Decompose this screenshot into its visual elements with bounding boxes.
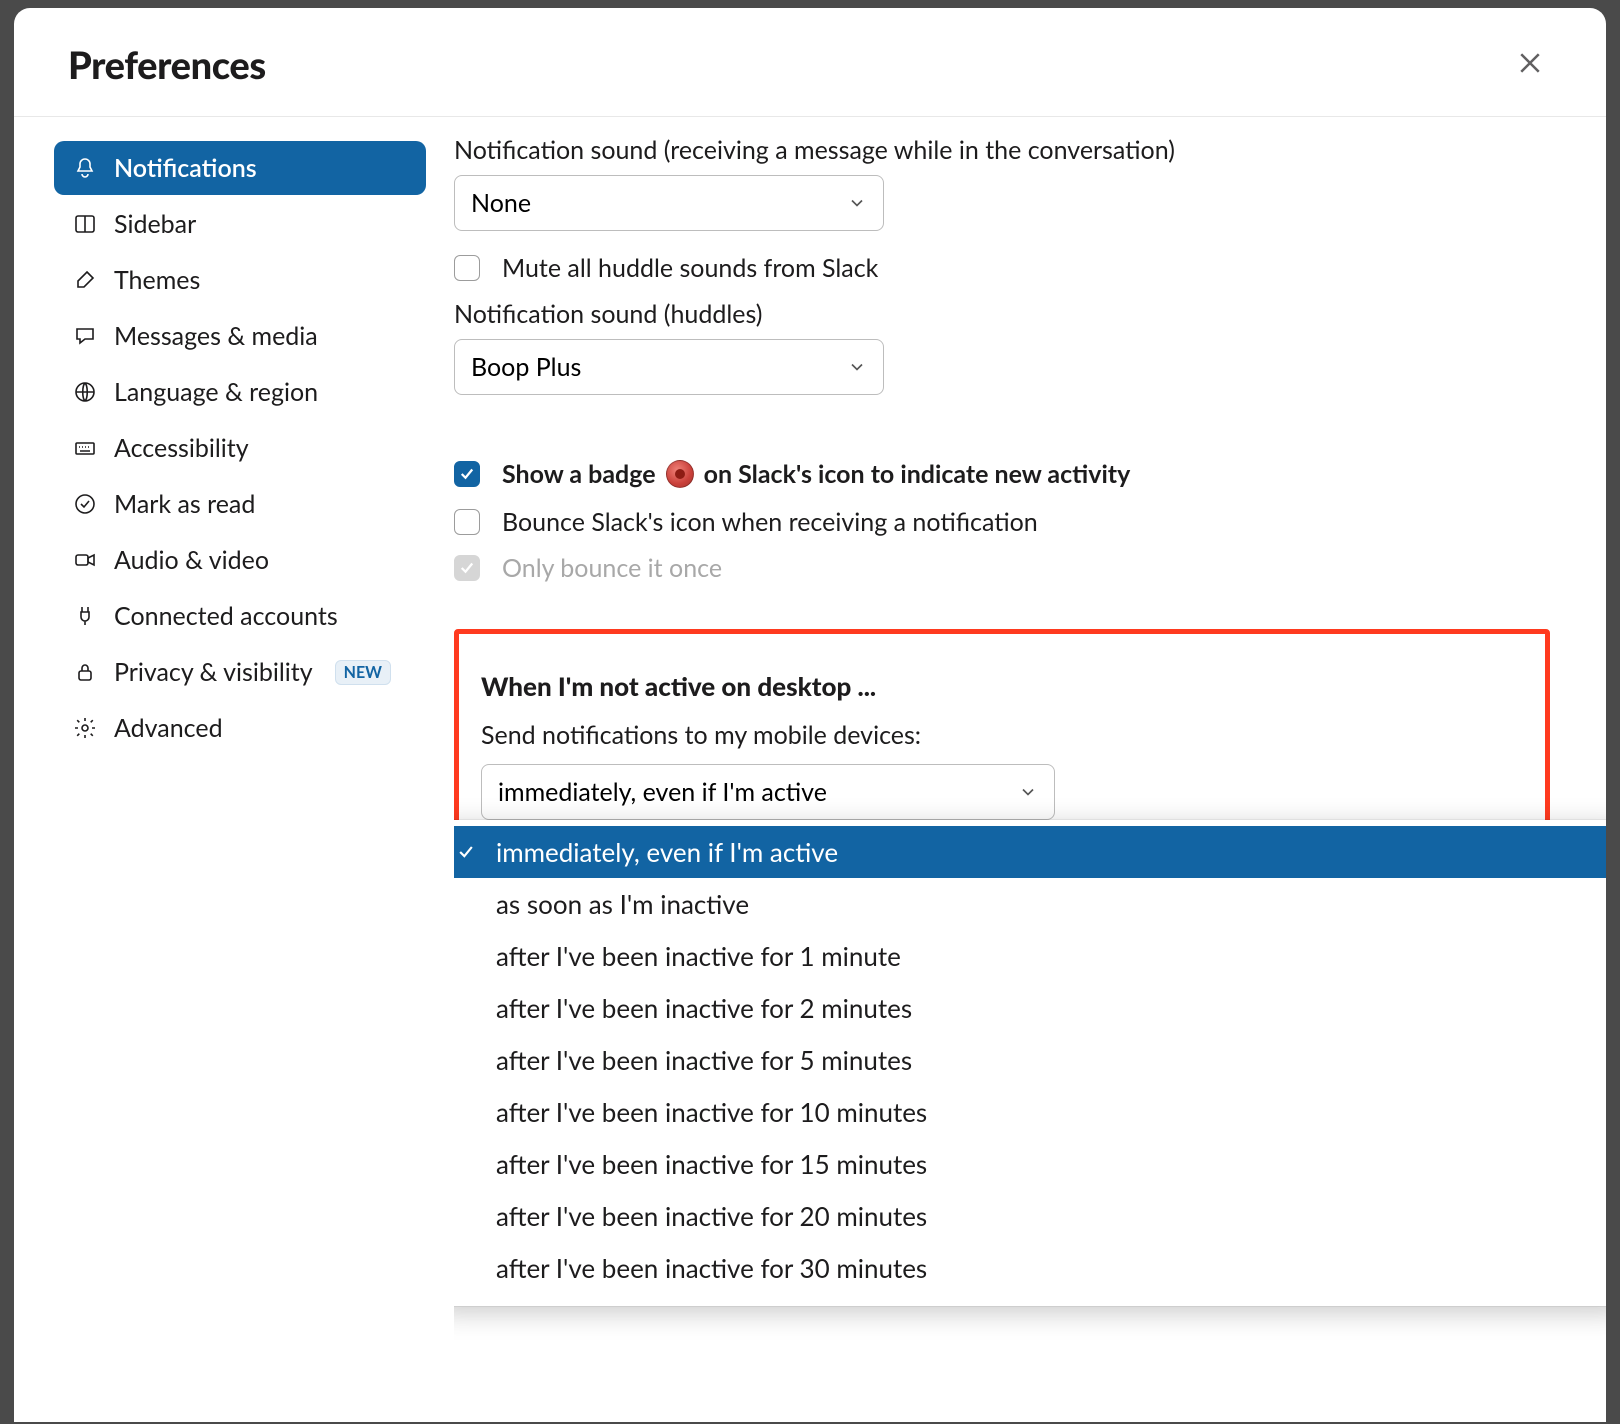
option-label: as soon as I'm inactive xyxy=(496,888,749,920)
show-badge-checkbox[interactable] xyxy=(454,461,480,487)
badge-dot-icon xyxy=(666,460,694,488)
bounce-once-label: Only bounce it once xyxy=(502,553,722,583)
select-value: None xyxy=(471,188,531,218)
sidebar-item-label: Connected accounts xyxy=(114,601,338,631)
sound-huddle-select[interactable]: Boop Plus xyxy=(454,339,884,395)
keyboard-icon xyxy=(72,435,98,461)
sidebar-item-label: Notifications xyxy=(114,153,257,183)
dropdown-option[interactable]: after I've been inactive for 1 minute xyxy=(454,930,1606,982)
globe-icon xyxy=(72,379,98,405)
modal-title: Preferences xyxy=(68,42,266,88)
close-icon xyxy=(1515,48,1545,82)
mobile-notification-dropdown: immediately, even if I'm active as soon a… xyxy=(454,820,1606,1306)
option-label: after I've been inactive for 10 minutes xyxy=(496,1096,927,1128)
preferences-modal: Preferences Notifications Sidebar Themes Me… xyxy=(14,8,1606,1422)
mute-huddle-row[interactable]: Mute all huddle sounds from Slack xyxy=(454,253,1550,283)
sound-huddle-label: Notification sound (huddles) xyxy=(454,299,1550,329)
new-badge: NEW xyxy=(335,660,391,685)
preferences-content: Notification sound (receiving a message … xyxy=(454,117,1606,1422)
dropdown-option[interactable]: after I've been inactive for 10 minutes xyxy=(454,1086,1606,1138)
sidebar-item-label: Audio & video xyxy=(114,545,269,575)
mute-huddle-checkbox[interactable] xyxy=(454,255,480,281)
bounce-label: Bounce Slack's icon when receiving a not… xyxy=(502,507,1038,537)
sidebar-item-connected-accounts[interactable]: Connected accounts xyxy=(54,589,426,643)
inactive-section-highlight: When I'm not active on desktop ... Send … xyxy=(454,629,1550,837)
chevron-down-icon xyxy=(847,357,867,377)
mobile-notification-select[interactable]: immediately, even if I'm active xyxy=(481,764,1055,820)
bounce-checkbox[interactable] xyxy=(454,509,480,535)
modal-body: Notifications Sidebar Themes Messages & med… xyxy=(14,117,1606,1422)
sidebar-item-privacy-visibility[interactable]: Privacy & visibility NEW xyxy=(54,645,426,699)
dropdown-option[interactable]: immediately, even if I'm active xyxy=(454,826,1606,878)
sidebar-item-audio-video[interactable]: Audio & video xyxy=(54,533,426,587)
chevron-down-icon xyxy=(847,193,867,213)
show-badge-row[interactable]: Show a badge on Slack's icon to indicate… xyxy=(454,459,1550,489)
dropdown-option[interactable]: after I've been inactive for 2 minutes xyxy=(454,982,1606,1034)
chevron-down-icon xyxy=(1018,782,1038,802)
speech-icon xyxy=(72,323,98,349)
gear-icon xyxy=(72,715,98,741)
dropdown-option[interactable]: after I've been inactive for 15 minutes xyxy=(454,1138,1606,1190)
bell-icon xyxy=(72,155,98,181)
sidebar-item-messages-media[interactable]: Messages & media xyxy=(54,309,426,363)
bounce-once-row: Only bounce it once xyxy=(454,553,1550,583)
plug-icon xyxy=(72,603,98,629)
dropdown-option[interactable]: after I've been inactive for 20 minutes xyxy=(454,1190,1606,1242)
sidebar-item-label: Language & region xyxy=(114,377,318,407)
bounce-once-checkbox xyxy=(454,555,480,581)
option-label: after I've been inactive for 5 minutes xyxy=(496,1044,912,1076)
option-label: after I've been inactive for 20 minutes xyxy=(496,1200,927,1232)
mute-huddle-label: Mute all huddle sounds from Slack xyxy=(502,253,878,283)
video-icon xyxy=(72,547,98,573)
show-badge-label: Show a badge on Slack's icon to indicate… xyxy=(502,459,1130,489)
sound-in-convo-select[interactable]: None xyxy=(454,175,884,231)
option-label: after I've been inactive for 2 minutes xyxy=(496,992,912,1024)
sidebar-item-label: Messages & media xyxy=(114,321,318,351)
option-label: after I've been inactive for 30 minutes xyxy=(496,1252,927,1284)
option-label: immediately, even if I'm active xyxy=(496,836,838,868)
sidebar-icon xyxy=(72,211,98,237)
dropdown-option[interactable]: after I've been inactive for 5 minutes xyxy=(454,1034,1606,1086)
dropdown-option[interactable]: after I've been inactive for 30 minutes xyxy=(454,1242,1606,1294)
check-circle-icon xyxy=(72,491,98,517)
select-value: Boop Plus xyxy=(471,352,581,382)
check-icon xyxy=(454,840,478,864)
inactive-title: When I'm not active on desktop ... xyxy=(481,670,1523,702)
sidebar-item-label: Themes xyxy=(114,265,200,295)
inactive-label: Send notifications to my mobile devices: xyxy=(481,720,1523,750)
sound-in-convo-label: Notification sound (receiving a message … xyxy=(454,135,1550,165)
sidebar-item-label: Mark as read xyxy=(114,489,255,519)
bounce-row[interactable]: Bounce Slack's icon when receiving a not… xyxy=(454,507,1550,537)
modal-header: Preferences xyxy=(14,8,1606,117)
brush-icon xyxy=(72,267,98,293)
close-button[interactable] xyxy=(1508,43,1552,87)
sidebar-item-label: Privacy & visibility xyxy=(114,657,313,687)
sidebar-item-notifications[interactable]: Notifications xyxy=(54,141,426,195)
sidebar-item-advanced[interactable]: Advanced xyxy=(54,701,426,755)
sidebar-item-mark-as-read[interactable]: Mark as read xyxy=(54,477,426,531)
sidebar-item-language-region[interactable]: Language & region xyxy=(54,365,426,419)
sidebar-item-accessibility[interactable]: Accessibility xyxy=(54,421,426,475)
dropdown-option[interactable]: as soon as I'm inactive xyxy=(454,878,1606,930)
sidebar-item-label: Accessibility xyxy=(114,433,249,463)
option-label: after I've been inactive for 15 minutes xyxy=(496,1148,927,1180)
sidebar-item-label: Advanced xyxy=(114,713,223,743)
sidebar-item-label: Sidebar xyxy=(114,209,196,239)
sidebar-item-themes[interactable]: Themes xyxy=(54,253,426,307)
preferences-sidebar: Notifications Sidebar Themes Messages & med… xyxy=(14,117,454,1422)
option-label: after I've been inactive for 1 minute xyxy=(496,940,901,972)
sidebar-item-sidebar[interactable]: Sidebar xyxy=(54,197,426,251)
lock-icon xyxy=(72,659,98,685)
select-value: immediately, even if I'm active xyxy=(498,777,827,807)
